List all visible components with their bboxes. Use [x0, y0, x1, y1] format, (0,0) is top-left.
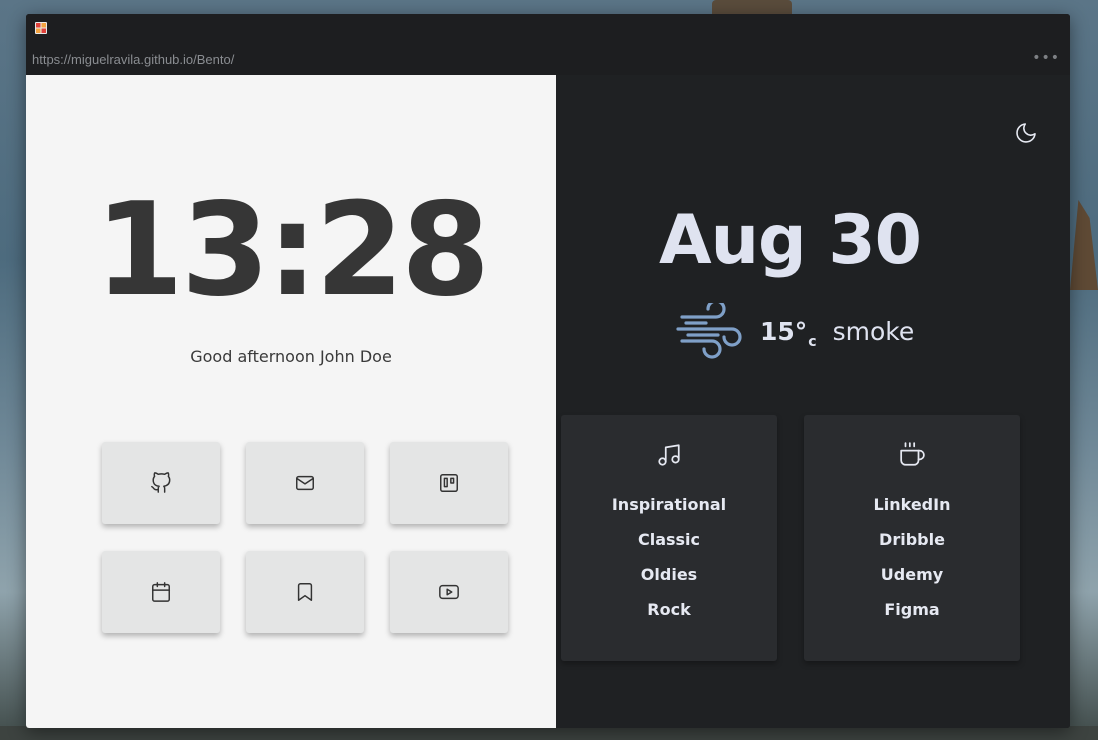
right-panel: Aug 30 15°c smoke Inspirational Classic …	[556, 75, 1070, 728]
temperature: 15°c	[760, 316, 817, 350]
coffee-icon	[900, 442, 925, 466]
bookmark-link-button[interactable]	[246, 551, 364, 633]
weather-widget: 15°c smoke	[676, 303, 914, 359]
background-rock-right	[1070, 200, 1098, 290]
url-text[interactable]: https://miguelravila.github.io/Bento/	[32, 52, 234, 67]
list-item-linkedin[interactable]: LinkedIn	[804, 494, 1020, 529]
date: Aug 30	[658, 201, 922, 280]
favicon-icon	[35, 22, 47, 34]
list-item-figma[interactable]: Figma	[804, 599, 1020, 634]
youtube-link-button[interactable]	[390, 551, 508, 633]
list-item-udemy[interactable]: Udemy	[804, 564, 1020, 599]
wind-icon	[676, 303, 742, 359]
mail-link-button[interactable]	[246, 442, 364, 524]
list-item-oldies[interactable]: Oldies	[561, 564, 777, 599]
weather-condition: smoke	[832, 316, 915, 346]
list-item-dribble[interactable]: Dribble	[804, 529, 1020, 564]
calendar-link-button[interactable]	[102, 551, 220, 633]
music-icon	[658, 444, 680, 466]
github-link-button[interactable]	[102, 442, 220, 524]
music-links-list: Inspirational Classic Oldies Rock	[561, 494, 777, 634]
trello-icon	[440, 474, 458, 492]
social-links-list: LinkedIn Dribble Udemy Figma	[804, 494, 1020, 634]
trello-link-button[interactable]	[390, 442, 508, 524]
greeting: Good afternoon John Doe	[190, 347, 392, 366]
temperature-unit: c	[808, 333, 817, 350]
title-bar	[26, 14, 1070, 44]
bookmark-icon	[297, 583, 313, 601]
youtube-icon	[439, 584, 459, 600]
background-ground	[0, 726, 1098, 740]
moon-icon[interactable]	[1014, 121, 1038, 145]
bento-page: 13:28 Good afternoon John Doe Aug 30 15°…	[26, 75, 1070, 728]
left-panel: 13:28 Good afternoon John Doe	[26, 75, 556, 728]
list-item-rock[interactable]: Rock	[561, 599, 777, 634]
more-horizontal-icon[interactable]: •••	[1032, 50, 1060, 66]
clock: 13:28	[94, 176, 490, 325]
list-item-inspirational[interactable]: Inspirational	[561, 494, 777, 529]
address-bar[interactable]: https://miguelravila.github.io/Bento/ ••…	[26, 44, 1070, 75]
list-item-classic[interactable]: Classic	[561, 529, 777, 564]
music-links-card: Inspirational Classic Oldies Rock	[561, 415, 777, 661]
calendar-icon	[152, 582, 170, 602]
github-icon	[151, 472, 171, 493]
social-links-card: LinkedIn Dribble Udemy Figma	[804, 415, 1020, 661]
quick-links-grid	[102, 442, 508, 633]
mail-icon	[296, 475, 314, 491]
browser-window: https://miguelravila.github.io/Bento/ ••…	[26, 14, 1070, 728]
